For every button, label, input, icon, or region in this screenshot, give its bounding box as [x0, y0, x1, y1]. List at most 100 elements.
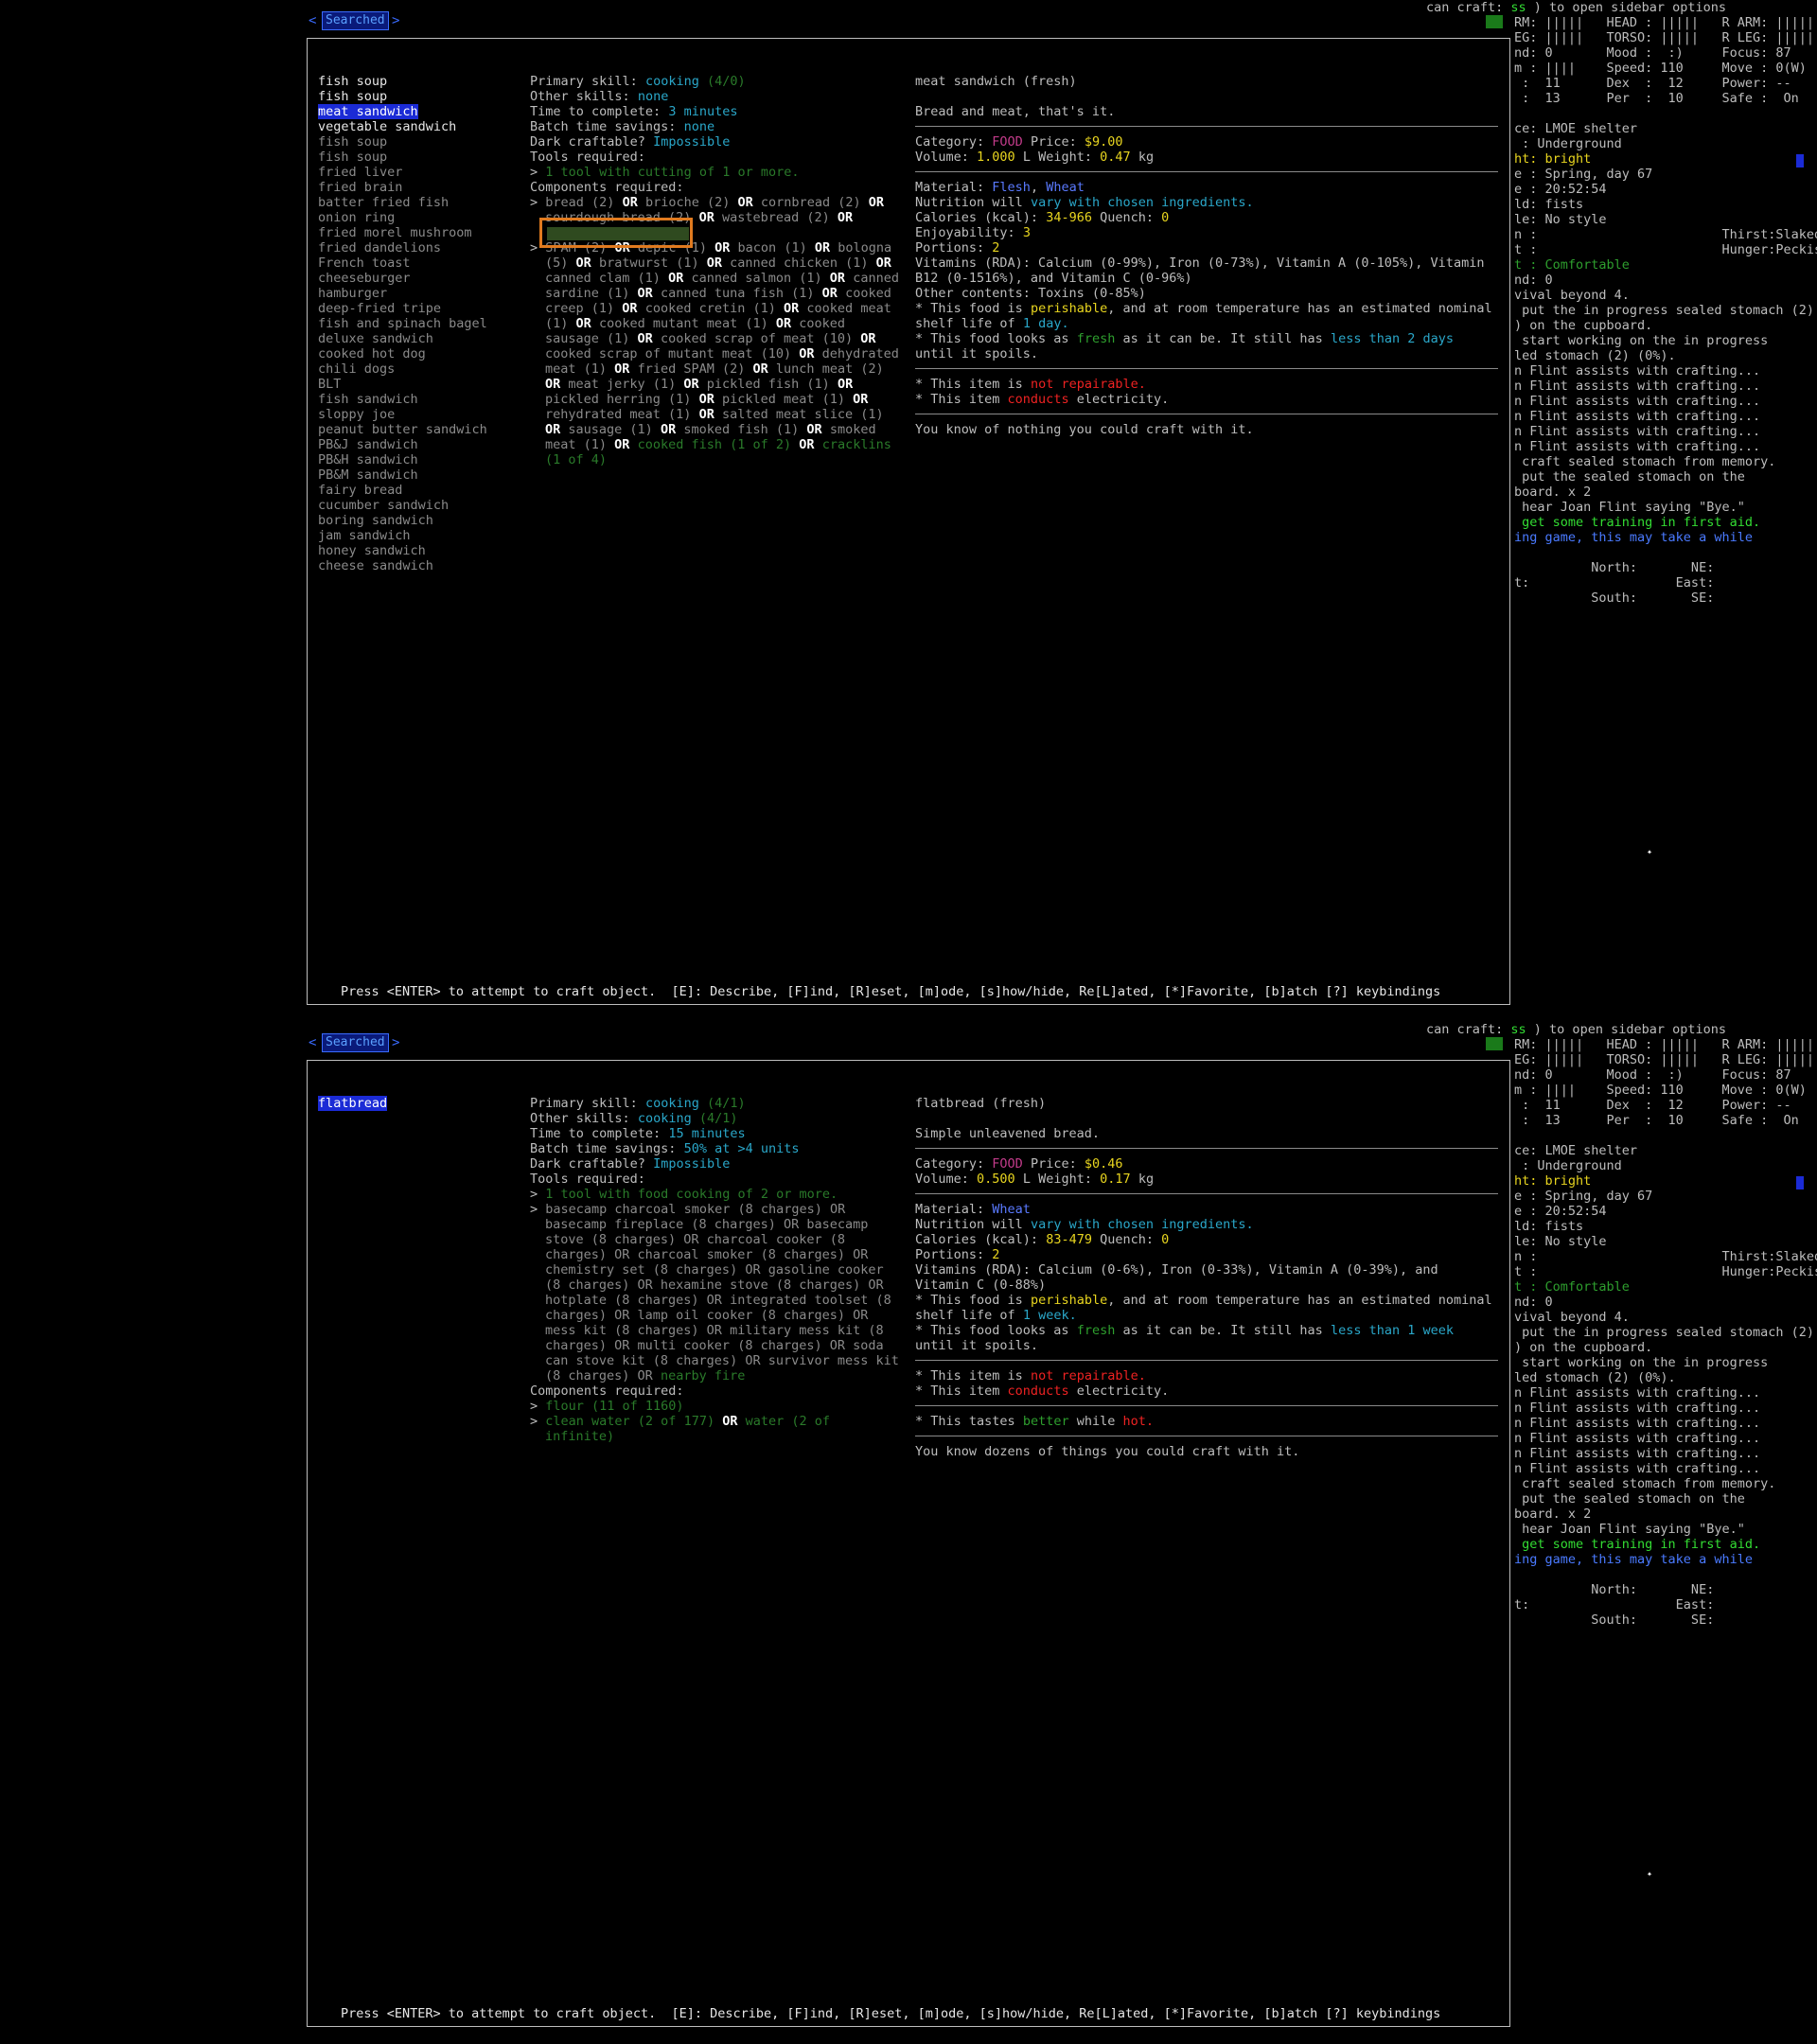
sidebar-row: t : Hunger:Peckish	[1514, 242, 1817, 257]
tab-searched[interactable]: Searched	[322, 11, 389, 30]
recipe-item[interactable]: fish and spinach bagel	[318, 316, 487, 331]
sidebar-row: RM: ||||| HEAD : ||||| R ARM: |||||	[1514, 1037, 1814, 1052]
crafting-screen-1: < Searched > fish soup fish soup meat sand…	[0, 0, 1817, 1022]
recipe-item[interactable]: jam sandwich	[318, 528, 487, 543]
recipe-item[interactable]: deep-fried tripe	[318, 301, 487, 316]
sidebar-row: ing game, this may take a while	[1514, 1552, 1753, 1567]
recipe-list[interactable]: flatbread	[318, 1096, 388, 1111]
recipe-item[interactable]: meat sandwich	[318, 104, 487, 119]
recipe-item[interactable]: French toast	[318, 256, 487, 271]
recipe-item[interactable]: cheeseburger	[318, 271, 487, 286]
sidebar-row: South: SE:	[1514, 1612, 1715, 1628]
sidebar-row: South: SE:	[1514, 590, 1715, 606]
recipe-item-label: deluxe sandwich	[318, 331, 433, 346]
sidebar: RM: ||||| HEAD : ||||| R ARM: ||||| EG: |…	[1514, 15, 1817, 606]
recipe-item[interactable]: peanut butter sandwich	[318, 422, 487, 437]
tab-left-arrow-icon[interactable]: <	[309, 13, 316, 28]
recipe-item[interactable]: fried liver	[318, 165, 487, 180]
sidebar-row: hear Joan Flint saying "Bye."	[1514, 1522, 1745, 1537]
sidebar-row: m : |||| Speed: 110 Move : 0(W)	[1514, 61, 1807, 76]
sidebar-row: RM: ||||| HEAD : ||||| R ARM: |||||	[1514, 15, 1814, 30]
cursor-icon: ✦	[1647, 847, 1653, 857]
recipe-item[interactable]: fish soup	[318, 89, 487, 104]
sidebar-row: put the sealed stomach on the	[1514, 1491, 1745, 1507]
sidebar-row: : Underground	[1514, 136, 1622, 151]
recipe-item-label: hamburger	[318, 286, 388, 301]
sidebar-row	[1514, 1128, 1817, 1143]
sidebar-row: put the in progress sealed stomach (2)	[1514, 303, 1814, 318]
cursor-icon: ✦	[1647, 1869, 1653, 1879]
sidebar: RM: ||||| HEAD : ||||| R ARM: ||||| EG: |…	[1514, 1037, 1817, 1628]
recipe-item[interactable]: onion ring	[318, 210, 487, 225]
recipe-item-label: fried liver	[318, 165, 403, 180]
recipe-item[interactable]: batter fried fish	[318, 195, 487, 210]
recipe-item[interactable]: fish soup	[318, 74, 487, 89]
recipe-item[interactable]: fish soup	[318, 134, 487, 150]
recipe-item[interactable]: fairy bread	[318, 483, 487, 498]
recipe-item-label: fried dandelions	[318, 240, 442, 256]
sidebar-row: board. x 2	[1514, 485, 1592, 500]
recipe-item[interactable]: sloppy joe	[318, 407, 487, 422]
recipe-item-label: BLT	[318, 377, 342, 392]
sidebar-row: ht: bright	[1514, 151, 1592, 167]
recipe-item[interactable]: PB&H sandwich	[318, 452, 487, 467]
sidebar-row: led stomach (2) (0%).	[1514, 1370, 1676, 1385]
annotation-box	[539, 218, 693, 248]
sidebar-row: nd: 0	[1514, 273, 1553, 288]
recipe-item[interactable]: fried brain	[318, 180, 487, 195]
recipe-item-label: batter fried fish	[318, 195, 450, 210]
recipe-item-label: cooked hot dog	[318, 346, 426, 361]
sidebar-row: craft sealed stomach from memory.	[1514, 454, 1776, 469]
recipe-item[interactable]: vegetable sandwich	[318, 119, 487, 134]
recipe-item[interactable]: deluxe sandwich	[318, 331, 487, 346]
recipe-item[interactable]: fish soup	[318, 150, 487, 165]
sidebar-row: n Flint assists with crafting...	[1514, 363, 1761, 379]
tab-right-arrow-icon[interactable]: >	[392, 1035, 399, 1050]
recipe-item[interactable]: PB&J sandwich	[318, 437, 487, 452]
recipe-item[interactable]: BLT	[318, 377, 487, 392]
recipe-list[interactable]: fish soup fish soup meat sandwich vegetable…	[318, 74, 487, 573]
recipe-item-label: fairy bread	[318, 483, 403, 498]
tab-right-arrow-icon[interactable]: >	[392, 13, 399, 28]
recipe-item[interactable]: PB&M sandwich	[318, 467, 487, 483]
recipe-item-label: fish soup	[318, 134, 388, 150]
tab-left-arrow-icon[interactable]: <	[309, 1035, 316, 1050]
recipe-item-label: vegetable sandwich	[318, 119, 457, 134]
recipe-details: Primary skill: cooking (4/1) Other skill…	[530, 1096, 899, 1444]
sidebar-row: ing game, this may take a while	[1514, 530, 1753, 545]
sidebar-row: ht: bright	[1514, 1173, 1592, 1189]
sidebar-row: n Flint assists with crafting...	[1514, 1416, 1761, 1431]
sidebar-row: North: NE:	[1514, 1582, 1715, 1597]
recipe-item[interactable]: honey sandwich	[318, 543, 487, 558]
recipe-item[interactable]: fried dandelions	[318, 240, 487, 256]
recipe-item[interactable]: flatbread	[318, 1096, 388, 1111]
recipe-item-label: fish soup	[318, 150, 388, 165]
sidebar-row: t: East:	[1514, 575, 1715, 590]
recipe-item-label: fish and spinach bagel	[318, 316, 487, 331]
crafting-screen-2: < Searched > flatbread Primary skill: co…	[0, 1022, 1817, 2044]
recipe-item[interactable]: fish sandwich	[318, 392, 487, 407]
recipe-item-label: peanut butter sandwich	[318, 422, 487, 437]
sidebar-row: vival beyond 4.	[1514, 288, 1630, 303]
sidebar-row: led stomach (2) (0%).	[1514, 348, 1676, 363]
recipe-item[interactable]: cooked hot dog	[318, 346, 487, 361]
recipe-item-label: honey sandwich	[318, 543, 426, 558]
recipe-item[interactable]: chili dogs	[318, 361, 487, 377]
recipe-item[interactable]: fried morel mushroom	[318, 225, 487, 240]
recipe-item[interactable]: cucumber sandwich	[318, 498, 487, 513]
battery-icon	[1486, 1037, 1503, 1050]
sidebar-row: : 13 Per : 10 Safe : On	[1514, 91, 1799, 106]
recipe-item[interactable]: cheese sandwich	[318, 558, 487, 573]
tab-searched[interactable]: Searched	[322, 1033, 389, 1052]
sidebar-row: n Flint assists with crafting...	[1514, 1461, 1761, 1476]
recipe-item[interactable]: hamburger	[318, 286, 487, 301]
sidebar-row: n Flint assists with crafting...	[1514, 1385, 1761, 1401]
recipe-item[interactable]: boring sandwich	[318, 513, 487, 528]
sidebar-row: n Flint assists with crafting...	[1514, 379, 1761, 394]
sidebar-row: n : Thirst:Slaked	[1514, 227, 1817, 242]
recipe-item-label: deep-fried tripe	[318, 301, 442, 316]
recipe-item-label: chili dogs	[318, 361, 396, 377]
sidebar-row: n Flint assists with crafting...	[1514, 424, 1761, 439]
sidebar-row: EG: ||||| TORSO: ||||| R LEG: |||||	[1514, 30, 1814, 45]
sidebar-row: put the sealed stomach on the	[1514, 469, 1745, 485]
